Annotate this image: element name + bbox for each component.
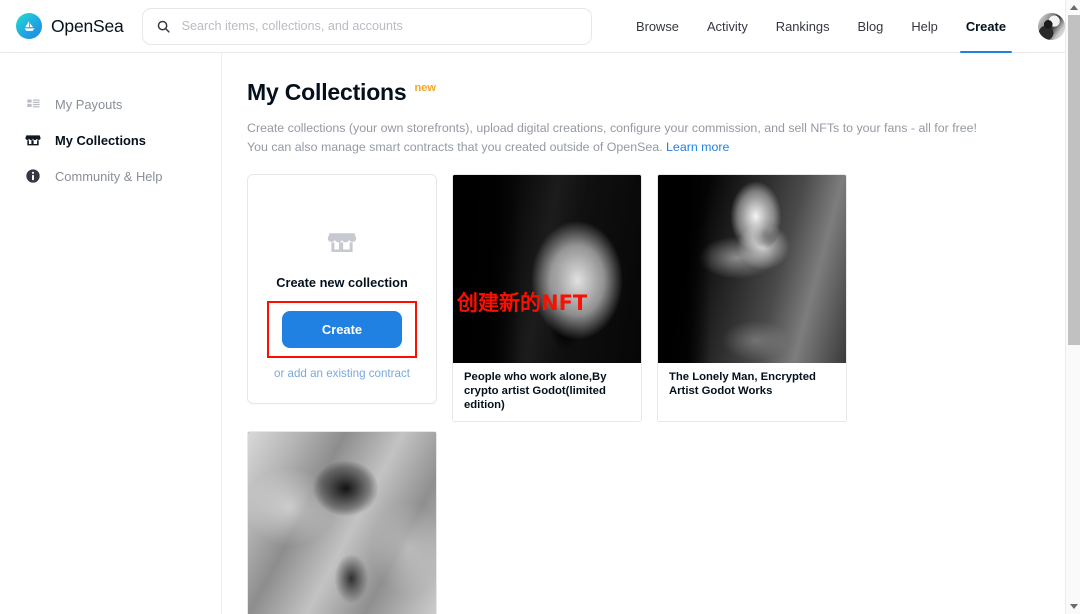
sidebar: My Payouts My Collections Community & He… <box>0 53 222 614</box>
collection-image: 创建新的NFT <box>453 175 641 363</box>
opensea-sailboat-logo-icon <box>16 13 42 39</box>
nav-item-activity[interactable]: Activity <box>693 0 762 52</box>
collection-card[interactable]: Photography of Longmen Grottoes in China… <box>247 431 437 614</box>
description-line-2: You can also manage smart contracts that… <box>247 140 663 154</box>
main-content: My Collections new Create collections (y… <box>222 53 1065 614</box>
search-bar[interactable] <box>141 7 592 45</box>
vertical-scrollbar[interactable] <box>1065 0 1080 614</box>
scrollbar-thumb[interactable] <box>1067 15 1080 345</box>
sidebar-item-community-help[interactable]: Community & Help <box>0 158 221 194</box>
nav-item-help[interactable]: Help <box>897 0 952 52</box>
collection-name: People who work alone,By crypto artist G… <box>464 371 607 411</box>
page-title: My Collections <box>247 79 407 105</box>
sidebar-item-my-payouts[interactable]: My Payouts <box>0 86 221 122</box>
add-existing-contract-link[interactable]: or add an existing contract <box>274 367 410 380</box>
learn-more-link[interactable]: Learn more <box>666 140 729 154</box>
scroll-down-arrow[interactable] <box>1066 599 1080 614</box>
storefront-icon <box>327 227 357 262</box>
brand-logo[interactable]: OpenSea <box>16 13 124 39</box>
search-input[interactable] <box>181 8 591 44</box>
create-nft-annotation-text: 创建新的NFT <box>457 291 588 315</box>
page-header: My Collections new <box>247 79 1065 106</box>
top-header: OpenSea Browse Activity Rankings Blog He… <box>0 0 1065 53</box>
sidebar-item-my-collections[interactable]: My Collections <box>0 122 221 158</box>
nav-item-blog[interactable]: Blog <box>844 0 898 52</box>
brand-name: OpenSea <box>51 15 124 36</box>
new-badge: new <box>414 82 436 94</box>
collection-card[interactable]: 创建新的NFT People who work alone,By crypto … <box>452 174 642 422</box>
description-line-1: Create collections (your own storefronts… <box>247 121 977 135</box>
page-description: Create collections (your own storefronts… <box>247 119 1065 157</box>
sidebar-item-label: My Collections <box>55 132 146 148</box>
collection-name: The Lonely Man, Encrypted Artist Godot W… <box>669 371 816 397</box>
collection-image <box>248 432 436 614</box>
list-icon <box>24 95 42 113</box>
nav-item-rankings[interactable]: Rankings <box>762 0 844 52</box>
create-button[interactable]: Create <box>282 311 402 348</box>
main-nav: Browse Activity Rankings Blog Help Creat… <box>622 0 1020 53</box>
collection-card[interactable]: The Lonely Man, Encrypted Artist Godot W… <box>657 174 847 422</box>
opensea-my-collections-page: OpenSea Browse Activity Rankings Blog He… <box>0 0 1080 614</box>
scroll-up-arrow[interactable] <box>1066 0 1080 15</box>
nav-item-create[interactable]: Create <box>952 0 1020 53</box>
sidebar-item-label: Community & Help <box>55 168 163 184</box>
create-new-collection-card: Create new collection Create or add an e… <box>247 174 437 404</box>
create-new-collection-label: Create new collection <box>276 275 408 290</box>
create-button-annotation-box: Create <box>267 301 417 358</box>
collection-image <box>658 175 846 363</box>
info-icon <box>24 167 42 185</box>
collections-grid: Create new collection Create or add an e… <box>247 174 1065 614</box>
nav-item-browse[interactable]: Browse <box>622 0 693 52</box>
storefront-icon <box>24 131 42 149</box>
avatar[interactable] <box>1038 12 1065 40</box>
search-icon <box>156 19 171 34</box>
sidebar-item-label: My Payouts <box>55 96 123 112</box>
